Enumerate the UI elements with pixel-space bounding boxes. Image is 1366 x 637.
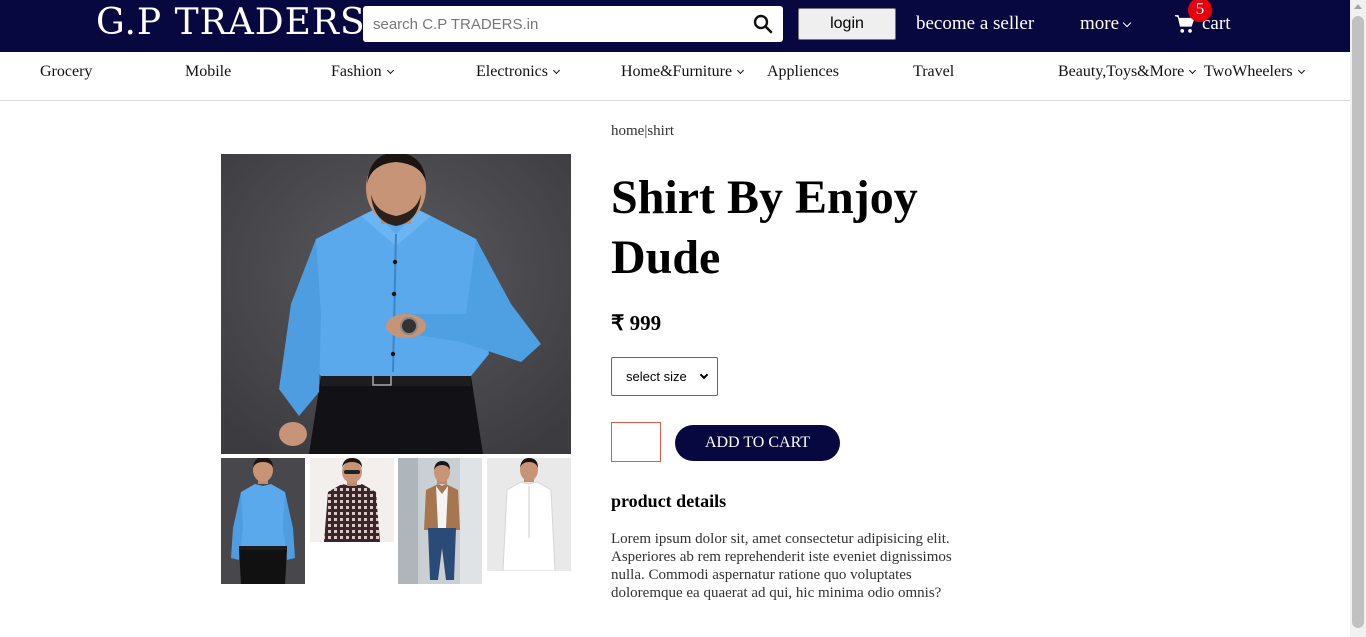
category-fashion[interactable]: Fashion [331,62,394,82]
product-details-text: Lorem ipsum dolor sit, amet consectetur … [611,531,952,601]
category-appliances[interactable]: Appliences [767,62,839,82]
search-bar [363,6,783,42]
category-nav: Grocery Mobile Fashion Electronics Home&… [0,52,1350,101]
product-thumbnail-3[interactable] [398,458,482,584]
thumbnail-image [487,458,571,571]
category-label: Appliences [767,63,839,80]
chevron-down-icon [552,66,561,75]
login-button[interactable]: login [798,8,896,40]
product-thumbnail-1[interactable] [221,458,305,584]
more-label: more [1080,13,1120,34]
chevron-down-icon [1189,66,1197,75]
product-details-heading: product details [611,491,727,511]
thumbnail-image [221,458,305,584]
category-grocery[interactable]: Grocery [40,62,92,82]
thumbnail-image [310,458,394,542]
chevron-down-icon [699,370,709,380]
product-price: ₹ 999 [611,311,662,335]
add-to-cart-button[interactable]: ADD TO CART [675,425,840,461]
product-thumbnail-4[interactable] [487,458,571,571]
top-header: G.P TRADERS login become a seller more c… [0,0,1350,52]
chevron-down-icon [386,66,394,75]
size-select-value: select size [626,369,687,384]
category-label: Electronics [476,63,548,80]
quantity-input[interactable] [611,422,661,462]
category-label: Fashion [331,63,382,80]
category-home-furniture[interactable]: Home&Furniture [621,62,745,82]
scroll-up-arrow-icon[interactable] [1354,4,1362,9]
scrollbar-thumb[interactable] [1352,16,1364,628]
category-mobile[interactable]: Mobile [185,62,231,82]
product-main-image [221,154,571,454]
category-label: Beauty,Toys&More [1058,63,1185,80]
category-label: Travel [913,63,955,80]
product-title: Shirt By Enjoy Dude [611,171,918,284]
become-seller-link[interactable]: become a seller [916,12,1034,36]
chevron-down-icon [1297,66,1305,75]
category-beauty-toys[interactable]: Beauty,Toys&More [1058,62,1197,82]
more-menu[interactable]: more [1080,12,1132,36]
chevron-down-icon [1122,18,1132,28]
category-label: Grocery [40,63,93,80]
category-electronics[interactable]: Electronics [476,62,561,82]
category-label: TwoWheelers [1204,63,1293,80]
product-thumbnail-2[interactable] [310,458,394,542]
chevron-down-icon [737,66,745,75]
shirt-model-image [221,154,571,454]
category-travel[interactable]: Travel [913,62,954,82]
category-label: Home&Furniture [621,63,733,80]
breadcrumb[interactable]: home|shirt [611,123,674,140]
site-logo[interactable]: G.P TRADERS [96,2,366,44]
search-icon[interactable] [753,14,773,34]
thumbnail-image [398,458,482,584]
category-label: Mobile [185,63,232,80]
page-scrollbar[interactable] [1350,0,1366,637]
search-input[interactable] [363,6,743,42]
category-two-wheelers[interactable]: TwoWheelers [1204,62,1305,82]
size-select[interactable]: select size [611,357,718,396]
